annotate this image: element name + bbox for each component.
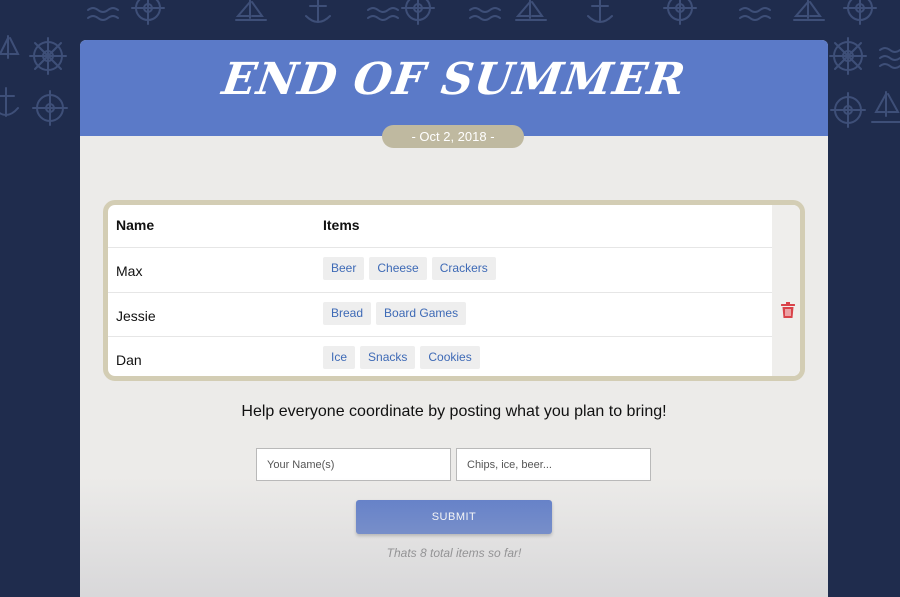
wave-icon <box>367 7 399 21</box>
ship-wheel-icon <box>29 37 67 75</box>
actions-column <box>772 205 800 376</box>
total-items-text: Thats 8 total items so far! <box>386 546 522 560</box>
sailboat-icon <box>235 0 267 21</box>
sailboat-icon <box>793 0 825 21</box>
item-tag: Ice <box>323 346 356 369</box>
sailboat-icon <box>515 0 547 21</box>
wave-icon <box>87 7 119 21</box>
wave-icon <box>879 47 900 69</box>
row-items: Ice Snacks Cookies <box>323 346 480 369</box>
table-header-row: Name Items <box>108 205 772 248</box>
row-name: Dan <box>116 352 142 368</box>
submit-button[interactable]: SUBMIT <box>356 500 552 534</box>
column-header-items: Items <box>323 217 360 233</box>
trash-icon[interactable] <box>781 302 795 318</box>
item-tag: Cookies <box>420 346 480 369</box>
ship-wheel-icon <box>843 0 877 25</box>
name-input[interactable] <box>256 448 451 481</box>
event-card: End of summer - Oct 2, 2018 - Name Items… <box>80 40 828 597</box>
card-bottom-fade <box>80 477 828 597</box>
item-tag: Crackers <box>431 257 496 280</box>
column-header-name: Name <box>116 217 155 233</box>
item-tag: Bread <box>323 302 372 325</box>
item-tag: Board Games <box>376 302 467 325</box>
help-text: Help everyone coordinate by posting what… <box>241 403 667 420</box>
ship-wheel-icon <box>401 0 435 25</box>
table-row: Max Beer Cheese Crackers <box>108 248 772 293</box>
table-row: Jessie Bread Board Games <box>108 293 772 337</box>
row-items: Beer Cheese Crackers <box>323 257 496 280</box>
ship-wheel-icon <box>663 0 697 25</box>
page-title: End of summer <box>219 54 689 105</box>
item-tag: Snacks <box>360 346 416 369</box>
contributions-table: Name Items Max Beer Cheese Crackers Jess… <box>103 200 805 381</box>
wave-icon <box>469 7 501 21</box>
row-name: Jessie <box>116 308 156 324</box>
ship-wheel-icon <box>32 90 68 126</box>
anchor-icon <box>0 87 19 117</box>
item-tag: Cheese <box>369 257 427 280</box>
items-input[interactable] <box>456 448 651 481</box>
ship-wheel-icon <box>829 37 867 75</box>
row-name: Max <box>116 263 143 279</box>
item-tag: Beer <box>323 257 365 280</box>
row-items: Bread Board Games <box>323 302 467 325</box>
anchor-icon <box>305 0 331 23</box>
sailboat-icon <box>0 35 20 59</box>
ship-wheel-icon <box>131 0 165 25</box>
anchor-icon <box>587 0 613 23</box>
ship-wheel-icon <box>830 92 866 128</box>
table-row: Dan Ice Snacks Cookies <box>108 337 772 376</box>
event-date-badge: - Oct 2, 2018 - <box>382 125 524 148</box>
sailboat-icon <box>871 91 900 123</box>
wave-icon <box>739 7 771 21</box>
